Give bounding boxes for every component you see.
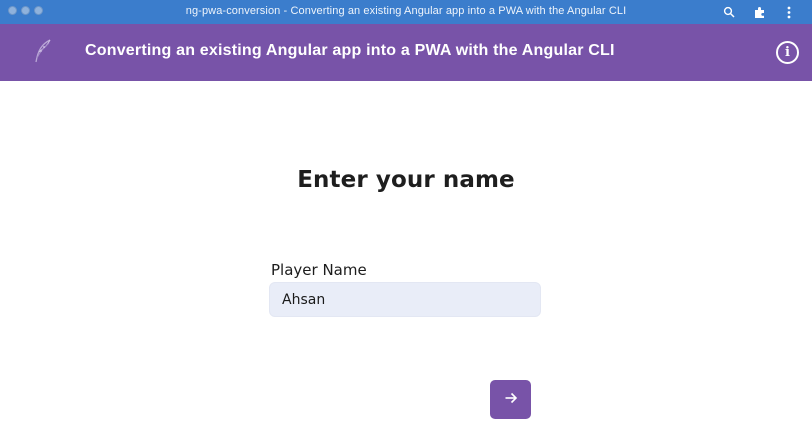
feather-logo-icon <box>30 38 56 66</box>
extensions-icon[interactable] <box>750 3 768 21</box>
page-heading: Enter your name <box>297 167 515 193</box>
info-glyph: i <box>785 45 790 60</box>
player-name-input[interactable] <box>269 282 541 317</box>
info-icon[interactable]: i <box>776 41 799 64</box>
arrow-right-icon <box>504 392 518 407</box>
player-name-label: Player Name <box>271 261 367 279</box>
app-header: Converting an existing Angular app into … <box>0 24 812 81</box>
page-title: Converting an existing Angular app into … <box>85 42 615 59</box>
search-icon[interactable] <box>720 3 738 21</box>
window-title: ng-pwa-conversion - Converting an existi… <box>185 5 627 17</box>
window-titlebar: ng-pwa-conversion - Converting an existi… <box>0 0 812 24</box>
titlebar-actions <box>720 3 798 21</box>
more-icon[interactable] <box>780 3 798 21</box>
submit-button[interactable] <box>490 380 531 419</box>
